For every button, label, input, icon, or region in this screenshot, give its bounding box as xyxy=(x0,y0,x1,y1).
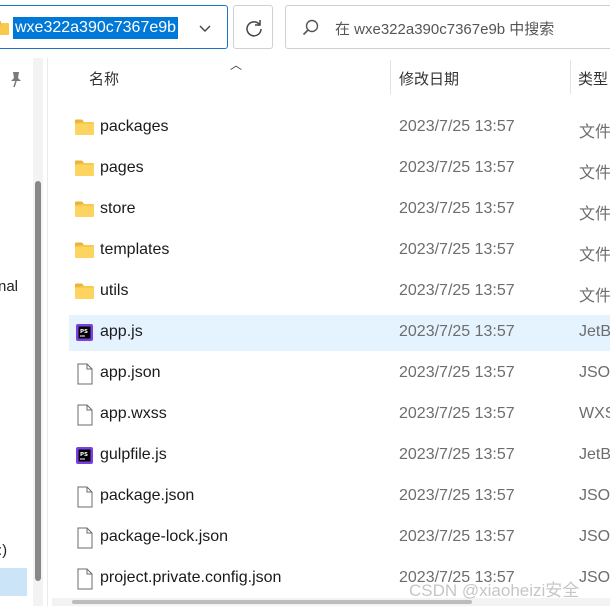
folder-icon xyxy=(0,21,9,35)
file-type: 文件 xyxy=(579,247,610,264)
search-placeholder: 在 wxe322a390c7367e9b 中搜索 xyxy=(335,21,555,38)
file-type: 文件 xyxy=(579,206,610,223)
file-name: app.wxss xyxy=(100,405,167,422)
file-row[interactable]: app.wxss 2023/7/25 13:57 WXS xyxy=(69,397,610,433)
document-icon xyxy=(75,568,95,590)
file-modified-date: 2023/7/25 13:57 xyxy=(399,118,515,135)
file-type: JSON xyxy=(579,364,610,381)
address-bar[interactable]: wxe322a390c7367e9b xyxy=(0,5,228,49)
file-row[interactable]: pages 2023/7/25 13:57 文件 xyxy=(69,151,610,187)
file-name: app.js xyxy=(100,323,143,340)
file-modified-date: 2023/7/25 13:57 xyxy=(399,364,515,381)
file-type: JetB xyxy=(579,446,610,463)
file-type: 文件 xyxy=(579,165,610,182)
file-name: gulpfile.js xyxy=(100,446,167,463)
document-icon xyxy=(75,404,95,426)
file-type: JetB xyxy=(579,323,610,340)
file-modified-date: 2023/7/25 13:57 xyxy=(399,528,515,545)
svg-text:PS: PS xyxy=(80,452,88,458)
file-row[interactable]: app.json 2023/7/25 13:57 JSON xyxy=(69,356,610,392)
file-type: JSON xyxy=(579,528,610,545)
navigation-pane: nal :) xyxy=(0,58,48,606)
sort-ascending-icon: ︿ xyxy=(230,58,243,72)
phpstorm-file-icon: PS xyxy=(75,445,95,467)
document-icon xyxy=(75,527,95,549)
search-icon xyxy=(302,19,319,36)
file-row[interactable]: utils 2023/7/25 13:57 文件 xyxy=(69,274,610,310)
column-header-name[interactable]: 名称 xyxy=(89,68,119,89)
file-explorer-window: wxe322a390c7367e9b 在 wxe322a390c7367e9b … xyxy=(0,0,610,606)
file-type: WXS xyxy=(579,405,610,422)
address-path[interactable]: wxe322a390c7367e9b xyxy=(13,17,179,39)
folder-icon xyxy=(75,281,95,303)
file-modified-date: 2023/7/25 13:57 xyxy=(399,241,515,258)
file-row[interactable]: PS gulpfile.js 2023/7/25 13:57 JetB xyxy=(69,438,610,474)
file-modified-date: 2023/7/25 13:57 xyxy=(399,282,515,299)
file-name: packages xyxy=(100,118,169,135)
file-name: templates xyxy=(100,241,170,258)
search-box[interactable]: 在 wxe322a390c7367e9b 中搜索 xyxy=(285,5,610,49)
file-type: 文件 xyxy=(579,124,610,141)
partial-row-text: ~ ~ xyxy=(120,88,142,93)
nav-item-selected[interactable] xyxy=(0,568,27,596)
nav-item-label[interactable]: :) xyxy=(0,542,7,559)
file-row[interactable]: package.json 2023/7/25 13:57 JSON xyxy=(69,479,610,515)
refresh-icon xyxy=(246,20,262,37)
folder-icon xyxy=(75,158,95,180)
file-name: project.private.config.json xyxy=(100,569,282,586)
file-list: ︿ 名称 修改日期 类型 ~ ~ ~ ~ packages 2023/7/25 1… xyxy=(50,58,610,606)
file-name: app.json xyxy=(100,364,161,381)
svg-text:PS: PS xyxy=(80,329,88,335)
nav-scrollbar-thumb[interactable] xyxy=(35,181,41,581)
watermark: CSDN @xiaoheizi安全 xyxy=(409,581,580,600)
toolbar: wxe322a390c7367e9b 在 wxe322a390c7367e9b … xyxy=(0,0,610,58)
file-type: JSON xyxy=(579,569,610,586)
file-name: pages xyxy=(100,159,144,176)
file-row[interactable]: store 2023/7/25 13:57 文件 xyxy=(69,192,610,228)
file-modified-date: 2023/7/25 13:57 xyxy=(399,487,515,504)
file-modified-date: 2023/7/25 13:57 xyxy=(399,323,515,340)
file-modified-date: 2023/7/25 13:57 xyxy=(399,200,515,217)
chevron-down-icon[interactable] xyxy=(195,18,215,38)
file-name: utils xyxy=(100,282,129,299)
document-icon xyxy=(75,363,95,385)
column-header-type[interactable]: 类型 xyxy=(578,68,608,89)
file-name: package.json xyxy=(100,487,195,504)
phpstorm-file-icon: PS xyxy=(75,322,95,344)
file-modified-date: 2023/7/25 13:57 xyxy=(399,405,515,422)
file-row[interactable]: PS app.js 2023/7/25 13:57 JetB xyxy=(69,315,610,351)
pin-icon[interactable] xyxy=(8,70,24,88)
file-name: package-lock.json xyxy=(100,528,229,545)
file-type: 文件 xyxy=(579,288,610,305)
file-row[interactable]: package-lock.json 2023/7/25 13:57 JSON xyxy=(69,520,610,556)
nav-item-label[interactable]: nal xyxy=(0,278,18,295)
folder-icon xyxy=(75,199,95,221)
folder-icon xyxy=(75,117,95,139)
folder-icon xyxy=(75,240,95,262)
column-header-date[interactable]: 修改日期 xyxy=(399,68,459,89)
file-row[interactable]: packages 2023/7/25 13:57 文件 xyxy=(69,110,610,146)
file-modified-date: 2023/7/25 13:57 xyxy=(399,446,515,463)
file-modified-date: 2023/7/25 13:57 xyxy=(399,159,515,176)
partially-visible-row[interactable]: ~ ~ ~ ~ xyxy=(80,88,600,96)
document-icon xyxy=(75,486,95,508)
file-row[interactable]: templates 2023/7/25 13:57 文件 xyxy=(69,233,610,269)
file-type: JSON xyxy=(579,487,610,504)
file-name: store xyxy=(100,200,136,217)
partial-row-text: ~ ~ xyxy=(440,88,462,93)
refresh-button[interactable] xyxy=(233,5,273,49)
